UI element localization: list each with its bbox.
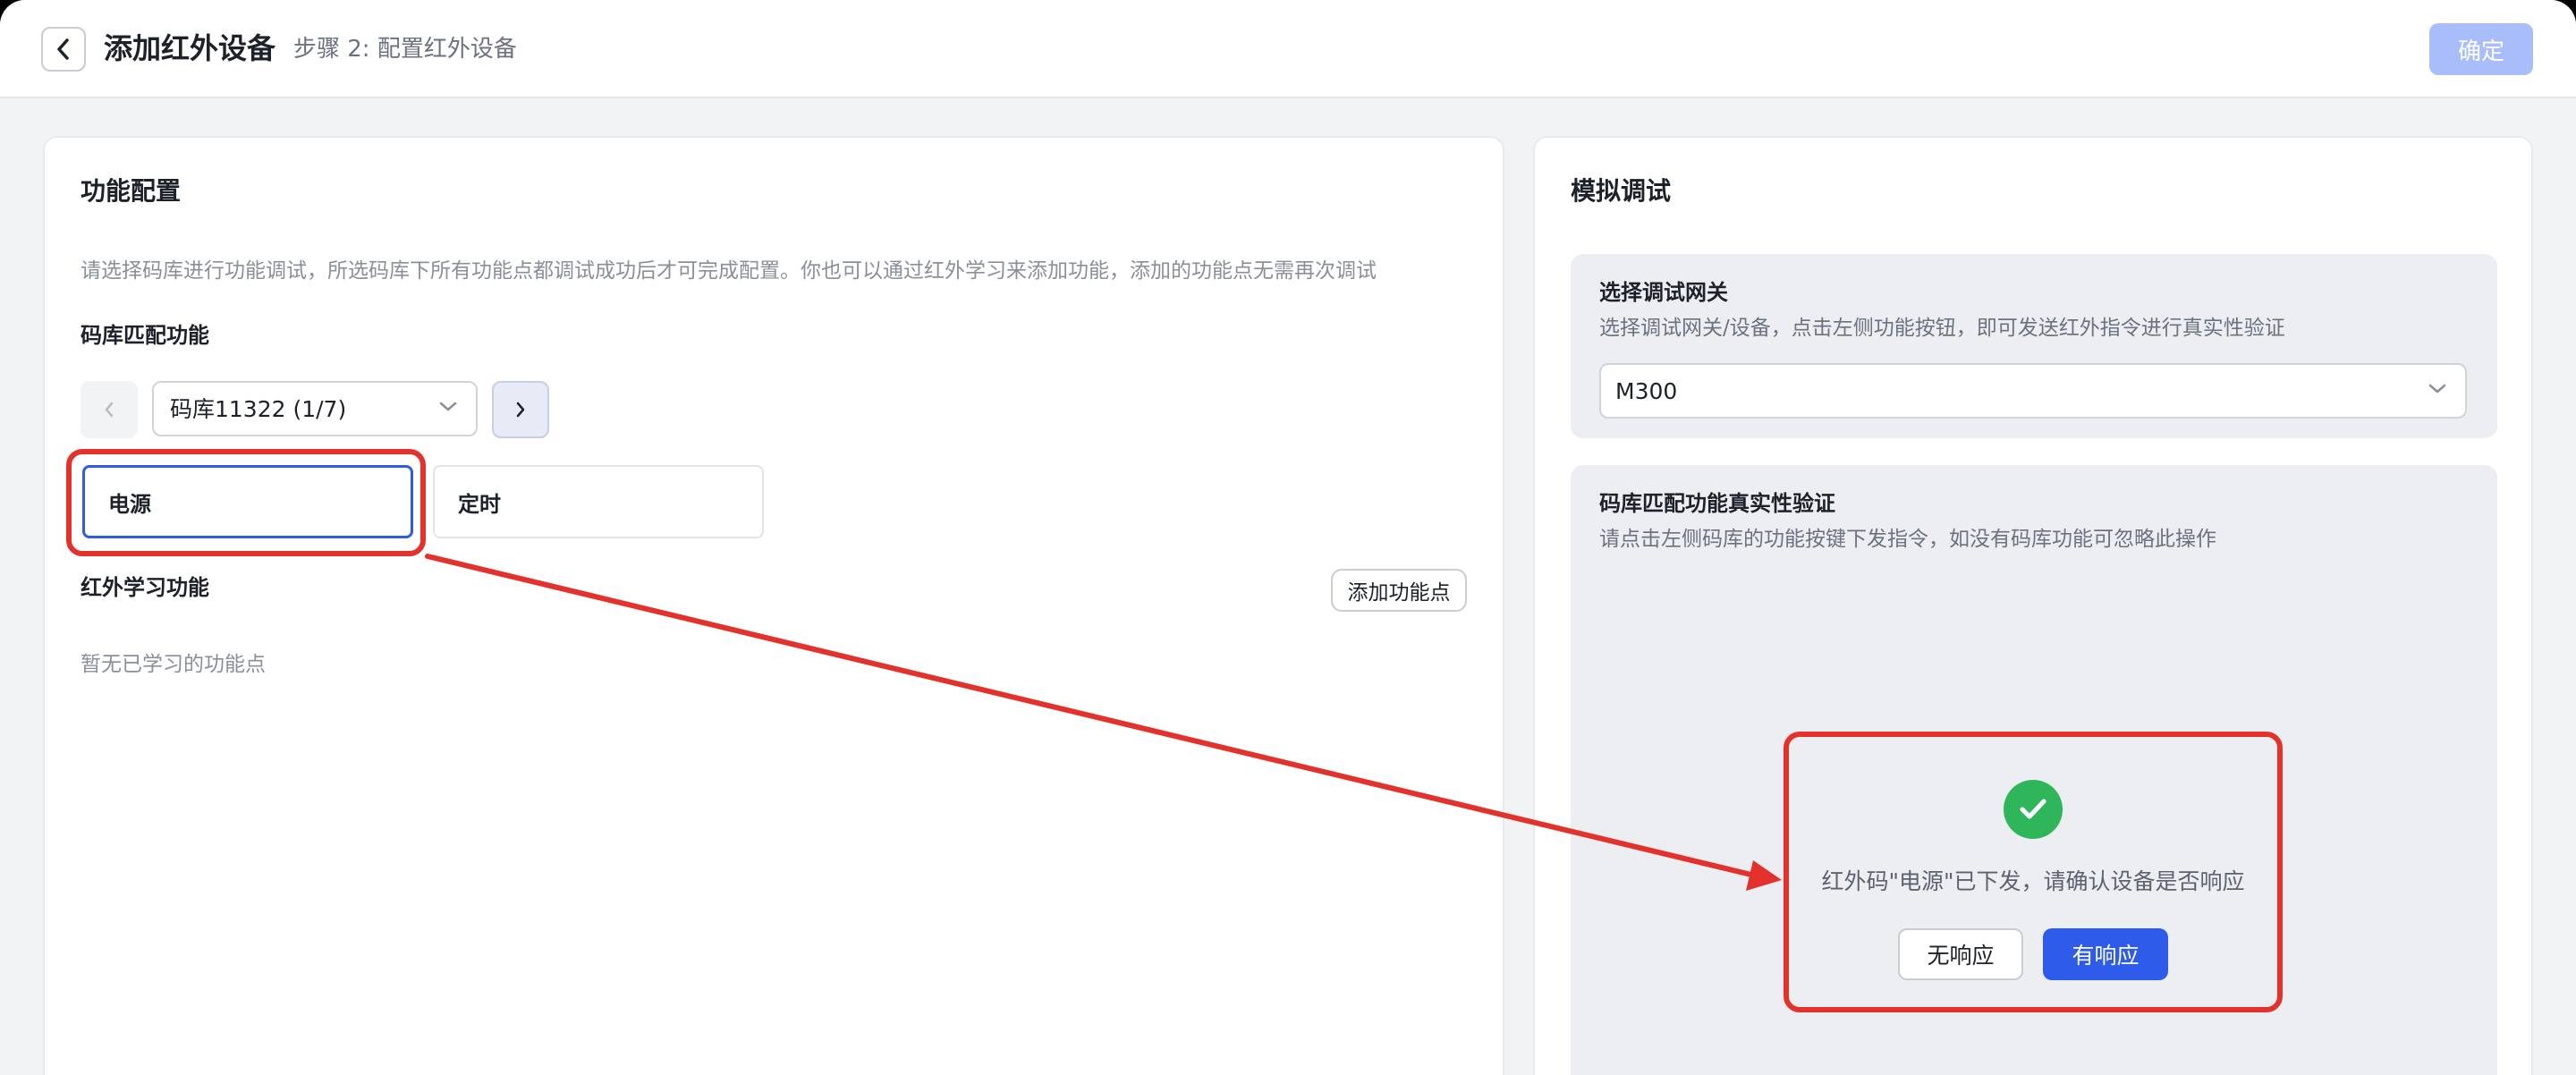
chevron-down-icon (439, 402, 457, 411)
library-section-title: 码库匹配功能 (80, 323, 209, 348)
page-subtitle: 步骤 2: 配置红外设备 (293, 36, 517, 63)
dialog-message: 红外码"电源"已下发，请确认设备是否响应 (1821, 868, 2245, 894)
check-circle-icon (2004, 780, 2063, 839)
function-config-hint: 请选择码库进行功能调试，所选码库下所有功能点都调试成功后才可完成配置。你也可以通… (80, 259, 1377, 283)
chevron-left-icon (105, 402, 114, 418)
has-response-button[interactable]: 有响应 (2043, 928, 2168, 980)
gateway-select-value: M300 (1615, 378, 1678, 404)
function-timer-button[interactable]: 定时 (433, 465, 764, 538)
page-title: 添加红外设备 (104, 31, 276, 65)
library-next-button[interactable] (492, 381, 549, 438)
simulate-debug-title: 模拟调试 (1571, 176, 1672, 206)
no-response-button[interactable]: 无响应 (1898, 928, 2023, 980)
top-bar: 添加红外设备 步骤 2: 配置红外设备 确定 (0, 0, 2576, 98)
learn-section-title: 红外学习功能 (80, 575, 209, 600)
verify-title: 码库匹配功能真实性验证 (1599, 491, 1835, 516)
library-select[interactable]: 码库11322 (1/7) (152, 381, 478, 436)
function-timer-label: 定时 (458, 491, 501, 517)
learn-empty-text: 暂无已学习的功能点 (80, 653, 266, 676)
app-screen: 添加红外设备 步骤 2: 配置红外设备 确定 功能配置 请选择码库进行功能调试，… (0, 0, 2576, 1075)
chevron-down-icon (2428, 384, 2446, 394)
function-power-button[interactable]: 电源 (82, 465, 413, 538)
library-prev-button[interactable] (80, 381, 138, 438)
verify-hint: 请点击左侧码库的功能按键下发指令，如没有码库功能可忽略此操作 (1599, 528, 2216, 551)
gateway-hint: 选择调试网关/设备，点击左侧功能按钮，即可发送红外指令进行真实性验证 (1599, 317, 2285, 340)
chevron-right-icon (516, 402, 525, 418)
function-config-title: 功能配置 (80, 176, 182, 206)
chevron-left-icon (57, 38, 69, 60)
add-function-button[interactable]: 添加功能点 (1331, 569, 1467, 612)
library-select-value: 码库11322 (1/7) (170, 396, 347, 422)
gateway-title: 选择调试网关 (1599, 280, 1728, 305)
function-power-label: 电源 (108, 491, 151, 517)
confirm-button[interactable]: 确定 (2429, 23, 2533, 75)
back-button[interactable] (41, 27, 86, 72)
gateway-select[interactable]: M300 (1599, 363, 2467, 419)
